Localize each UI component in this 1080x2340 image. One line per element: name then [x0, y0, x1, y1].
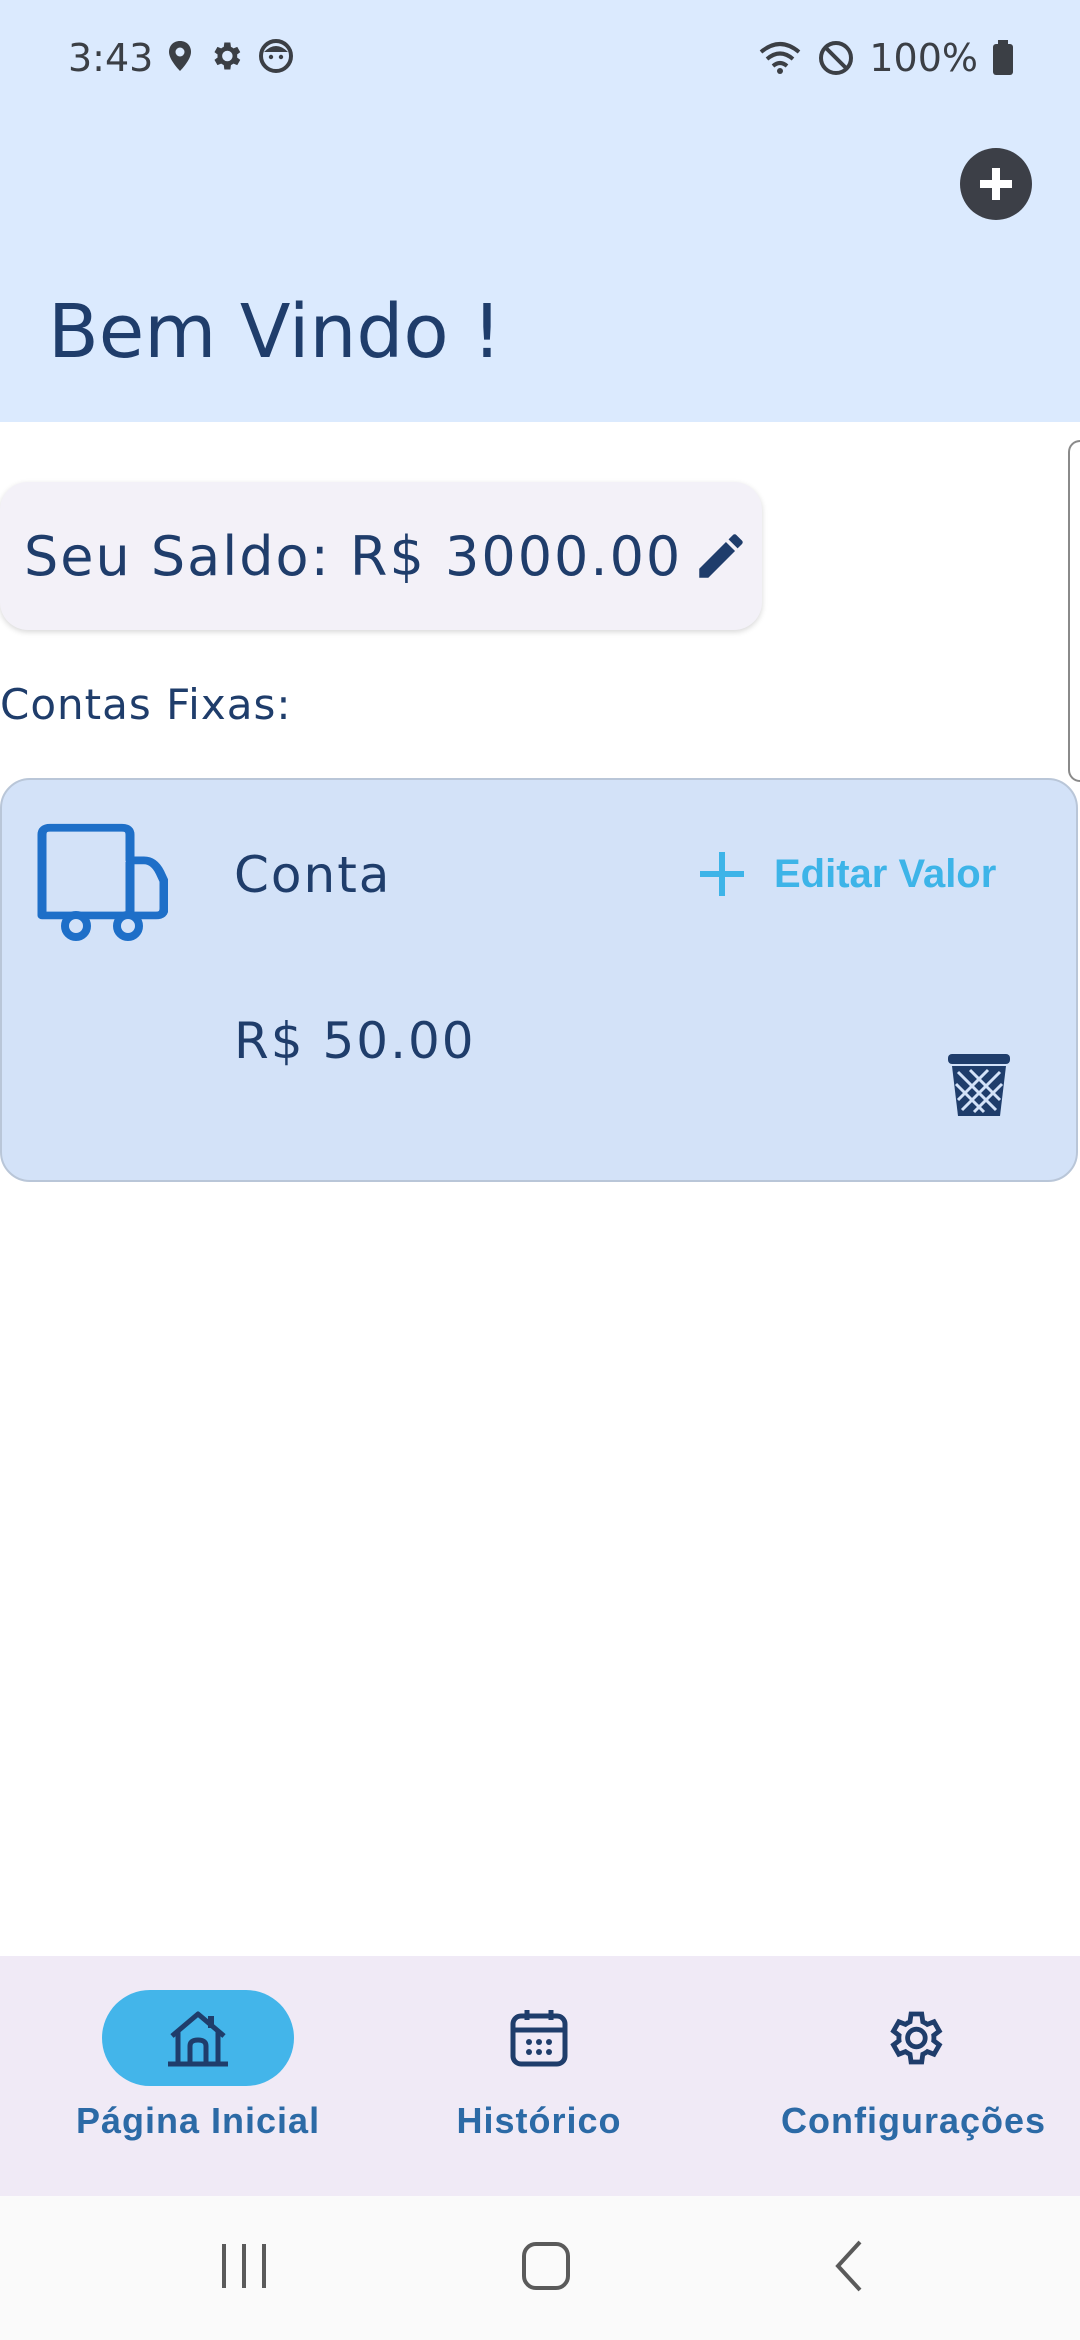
nav-label-history: Histórico — [456, 2100, 622, 2141]
nav-label-home: Página Inicial — [76, 2100, 321, 2141]
nav-active-indicator — [102, 1990, 295, 2086]
nav-label-settings: Configurações — [781, 2100, 1047, 2141]
face-icon — [259, 39, 293, 73]
truck-icon — [37, 823, 168, 941]
bill-value: R$ 50.00 — [234, 1012, 476, 1070]
page-title: Bem Vindo ! — [48, 289, 502, 375]
gear-icon — [889, 2011, 942, 2065]
home-button-icon[interactable] — [516, 2236, 576, 2296]
nav-item-history[interactable]: Histórico — [443, 1990, 635, 2142]
calendar-icon — [510, 2010, 568, 2067]
status-time: 3:43 — [68, 36, 154, 80]
section-label-fixed-bills: Contas Fixas: — [0, 680, 292, 729]
wifi-icon — [760, 42, 801, 74]
home-icon — [168, 2011, 229, 2067]
edit-value-button[interactable]: Editar Valor — [694, 846, 996, 902]
bill-name: Conta — [234, 846, 392, 904]
nav-item-settings[interactable]: Configurações — [781, 1990, 1046, 2142]
balance-card: Seu Saldo: R$ 3000.00 — [0, 482, 762, 630]
trash-icon[interactable] — [944, 1050, 1014, 1120]
settings-icon — [214, 42, 241, 70]
nav-icon-wrap — [443, 1990, 635, 2086]
recent-apps-icon[interactable] — [218, 2236, 270, 2296]
battery-percent: 100% — [869, 36, 978, 80]
add-button[interactable] — [960, 148, 1032, 220]
scroll-edge-handle[interactable] — [1068, 440, 1080, 782]
edit-value-label: Editar Valor — [774, 851, 997, 896]
balance-label: Seu Saldo: R$ 3000.00 — [24, 524, 683, 588]
battery-icon — [993, 40, 1013, 75]
location-icon — [169, 41, 191, 71]
nav-item-home[interactable]: Página Inicial — [76, 1990, 320, 2142]
status-icons-right: 100% — [757, 30, 1014, 86]
nav-icon-wrap — [818, 1990, 1010, 2086]
plus-icon — [700, 852, 744, 896]
plus-circle-icon — [980, 168, 1012, 200]
back-icon[interactable] — [826, 2236, 874, 2296]
pencil-icon[interactable] — [692, 527, 750, 585]
do-not-disturb-icon — [819, 41, 854, 75]
status-icons-left — [166, 38, 294, 74]
